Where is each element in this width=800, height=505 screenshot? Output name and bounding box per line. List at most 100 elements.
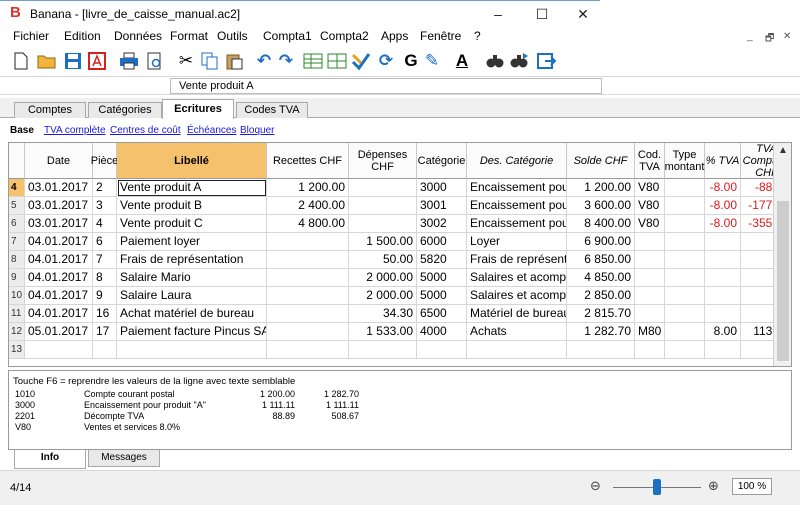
- cell-libelle[interactable]: [117, 341, 267, 359]
- cell-categorie[interactable]: 5000: [417, 269, 467, 287]
- cell-pct-tva[interactable]: [705, 251, 741, 269]
- copy-icon[interactable]: [199, 50, 221, 72]
- cell-depenses[interactable]: 2 000.00: [349, 287, 417, 305]
- cell-recettes[interactable]: [267, 287, 349, 305]
- table-row[interactable]: 13: [9, 341, 791, 359]
- cell-categorie[interactable]: 5820: [417, 251, 467, 269]
- refresh-icon[interactable]: ⟳: [375, 50, 397, 72]
- zoom-slider-thumb[interactable]: [653, 479, 661, 495]
- tab-categories[interactable]: Catégories: [88, 102, 162, 118]
- table-row[interactable]: 11 04.01.2017 16 Achat matériel de bureau 34…: [9, 305, 791, 323]
- undo-icon[interactable]: ↶: [253, 50, 275, 72]
- fill-color-icon[interactable]: ✎: [421, 50, 443, 72]
- menu-apps[interactable]: Apps: [381, 29, 408, 43]
- cell-date[interactable]: 05.01.2017: [25, 323, 93, 341]
- cell-pct-tva[interactable]: -8.00: [705, 179, 741, 197]
- cell-solde[interactable]: 2 815.70: [567, 305, 635, 323]
- menu-help[interactable]: ?: [474, 29, 481, 43]
- col-rownum-header[interactable]: [9, 143, 25, 179]
- export-icon[interactable]: [536, 50, 558, 72]
- menu-edition[interactable]: Edition: [64, 29, 101, 43]
- col-type-montant-header[interactable]: Type montant: [665, 143, 705, 179]
- cell-solde[interactable]: 1 200.00: [567, 179, 635, 197]
- print-preview-icon[interactable]: [144, 50, 166, 72]
- cell-des-categorie[interactable]: Achats: [467, 323, 567, 341]
- duplicate-row-icon[interactable]: [326, 50, 348, 72]
- cell-recettes[interactable]: 2 400.00: [267, 197, 349, 215]
- mdi-minimize-button[interactable]: _: [747, 31, 753, 42]
- cell-type-montant[interactable]: [665, 251, 705, 269]
- view-base[interactable]: Base: [10, 125, 34, 136]
- cell-des-categorie[interactable]: Salaires et acompt: [467, 269, 567, 287]
- cell-solde[interactable]: 4 850.00: [567, 269, 635, 287]
- cell-cod-tva[interactable]: V80: [635, 197, 665, 215]
- cell-categorie[interactable]: 6000: [417, 233, 467, 251]
- cell-solde[interactable]: 6 900.00: [567, 233, 635, 251]
- maximize-button[interactable]: ☐: [527, 3, 557, 25]
- cell-recettes[interactable]: 4 800.00: [267, 215, 349, 233]
- tab-messages[interactable]: Messages: [88, 450, 160, 467]
- cell-solde[interactable]: 8 400.00: [567, 215, 635, 233]
- cell-piece[interactable]: 9: [93, 287, 117, 305]
- cell-cod-tva[interactable]: [635, 341, 665, 359]
- find-icon[interactable]: [484, 50, 506, 72]
- cell-pct-tva[interactable]: [705, 233, 741, 251]
- vertical-scrollbar[interactable]: ▲: [773, 143, 791, 366]
- cell-cod-tva[interactable]: [635, 233, 665, 251]
- table-row[interactable]: 6 03.01.2017 4 Vente produit C4 800.00 3002 E…: [9, 215, 791, 233]
- cell-depenses[interactable]: 1 533.00: [349, 323, 417, 341]
- cell-libelle[interactable]: Paiement loyer: [117, 233, 267, 251]
- cell-solde[interactable]: 1 282.70: [567, 323, 635, 341]
- tab-ecritures[interactable]: Ecritures: [162, 99, 234, 119]
- cell-date[interactable]: 03.01.2017: [25, 197, 93, 215]
- cell-date[interactable]: 04.01.2017: [25, 269, 93, 287]
- cell-depenses[interactable]: 1 500.00: [349, 233, 417, 251]
- cell-pct-tva[interactable]: [705, 305, 741, 323]
- cell-date[interactable]: 04.01.2017: [25, 305, 93, 323]
- menu-outils[interactable]: Outils: [217, 29, 248, 43]
- save-icon[interactable]: [62, 50, 84, 72]
- table-row[interactable]: 4 03.01.2017 2 Vente produit A1 200.00 3000 E…: [9, 179, 791, 197]
- cell-piece[interactable]: [93, 341, 117, 359]
- cell-categorie[interactable]: 3000: [417, 179, 467, 197]
- cell-recettes[interactable]: [267, 233, 349, 251]
- table-row[interactable]: 9 04.01.2017 8 Salaire Mario 2 000.00 5000 Sal…: [9, 269, 791, 287]
- cell-piece[interactable]: 2: [93, 179, 117, 197]
- view-bloquer[interactable]: Bloquer: [240, 125, 274, 136]
- view-tva-complete[interactable]: TVA complète: [44, 125, 106, 136]
- cell-date[interactable]: 04.01.2017: [25, 251, 93, 269]
- cell-cod-tva[interactable]: [635, 251, 665, 269]
- cell-recettes[interactable]: [267, 305, 349, 323]
- cell-recettes[interactable]: [267, 251, 349, 269]
- cell-piece[interactable]: 6: [93, 233, 117, 251]
- cell-categorie[interactable]: 6500: [417, 305, 467, 323]
- view-echeances[interactable]: Échéances: [187, 125, 236, 136]
- menu-compta1[interactable]: Compta1: [263, 29, 312, 43]
- col-cod-tva-header[interactable]: Cod. TVA: [635, 143, 665, 179]
- col-depenses-header[interactable]: Dépenses CHF: [349, 143, 417, 179]
- cell-pct-tva[interactable]: [705, 269, 741, 287]
- pdf-icon[interactable]: [86, 50, 108, 72]
- cell-type-montant[interactable]: [665, 197, 705, 215]
- cell-date[interactable]: 04.01.2017: [25, 287, 93, 305]
- redo-icon[interactable]: ↷: [275, 50, 297, 72]
- cell-des-categorie[interactable]: Frais de représenta: [467, 251, 567, 269]
- tab-codes-tva[interactable]: Codes TVA: [236, 102, 308, 118]
- cell-solde[interactable]: 3 600.00: [567, 197, 635, 215]
- cell-cod-tva[interactable]: [635, 305, 665, 323]
- table-row[interactable]: 8 04.01.2017 7 Frais de représentation 50.00…: [9, 251, 791, 269]
- cell-libelle[interactable]: Vente produit C: [117, 215, 267, 233]
- col-piece-header[interactable]: Pièce: [91, 143, 118, 179]
- menu-compta2[interactable]: Compta2: [320, 29, 369, 43]
- scroll-up-icon[interactable]: ▲: [778, 145, 788, 156]
- col-solde-header[interactable]: Solde CHF: [567, 143, 635, 179]
- zoom-level[interactable]: 100 %: [732, 478, 772, 495]
- col-des-categorie-header[interactable]: Des. Catégorie: [467, 143, 567, 179]
- table-row[interactable]: 5 03.01.2017 3 Vente produit B2 400.00 3001 E…: [9, 197, 791, 215]
- find-next-icon[interactable]: [508, 50, 530, 72]
- cell-pct-tva[interactable]: -8.00: [705, 197, 741, 215]
- cell-recettes[interactable]: [267, 341, 349, 359]
- col-recettes-header[interactable]: Recettes CHF: [267, 143, 349, 179]
- cell-recettes[interactable]: [267, 269, 349, 287]
- cell-libelle[interactable]: Salaire Laura: [117, 287, 267, 305]
